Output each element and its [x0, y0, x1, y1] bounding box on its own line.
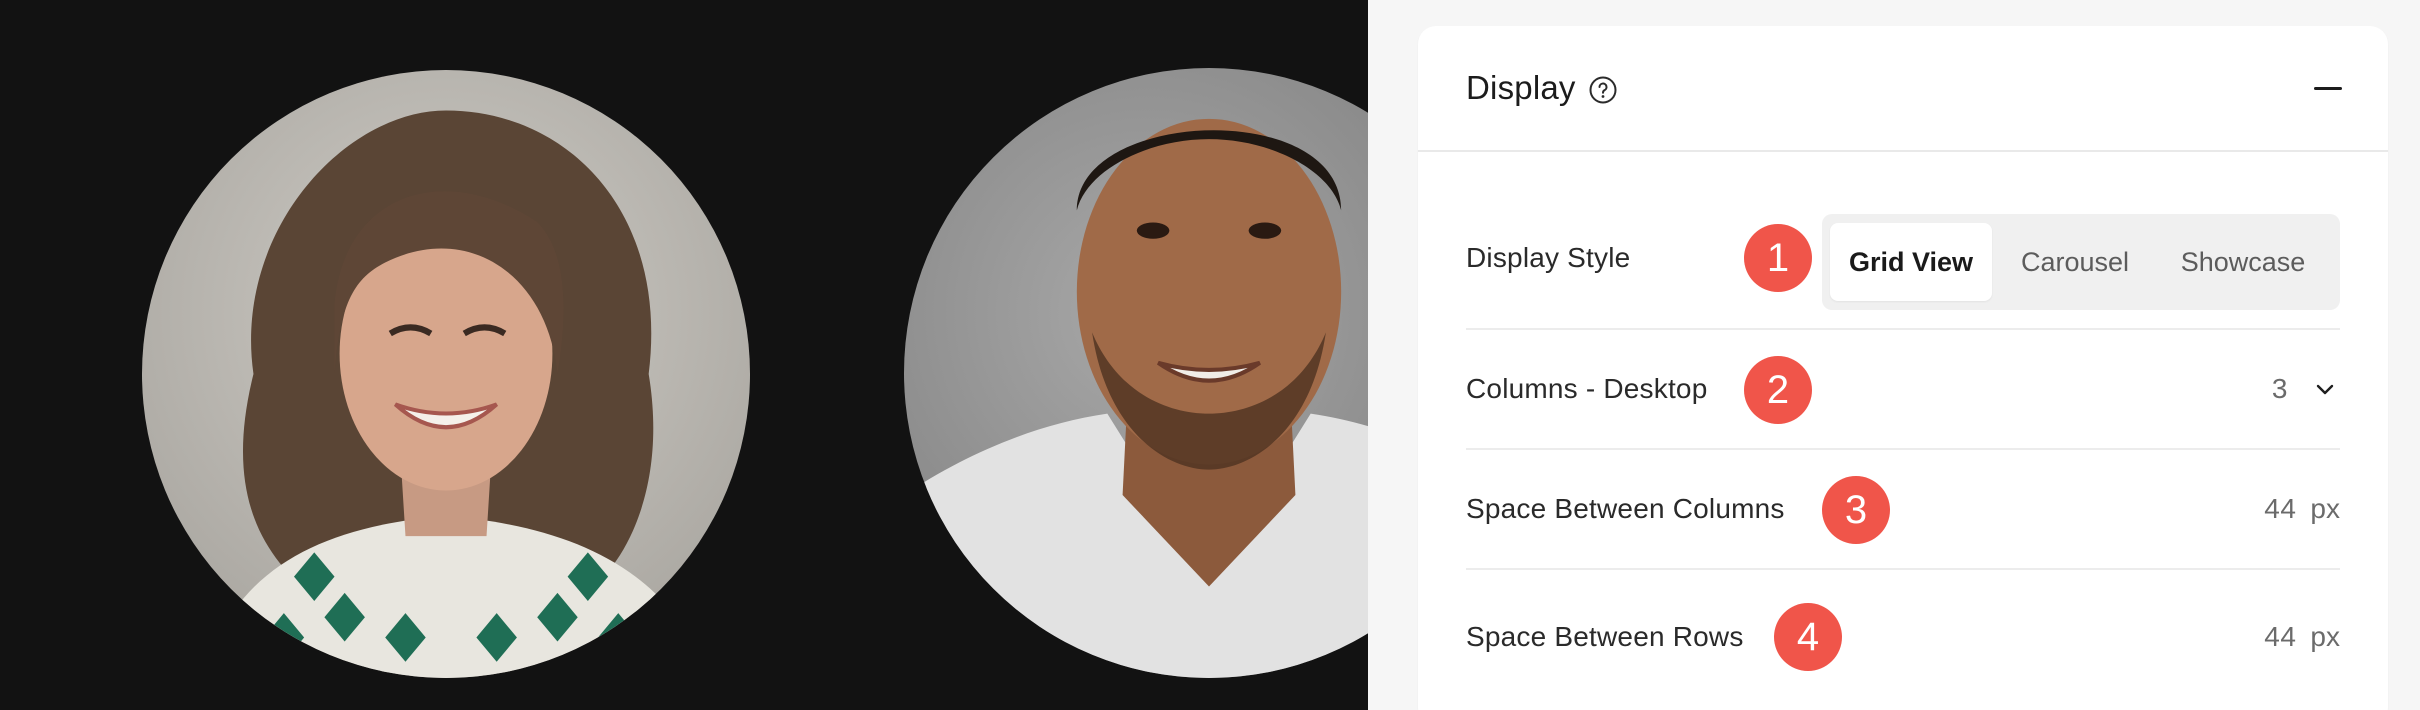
step-badge-3: 3 [1822, 476, 1890, 544]
space-between-rows-input[interactable]: 44 px [2264, 621, 2340, 653]
minus-icon [2314, 86, 2342, 90]
step-badge-1: 1 [1744, 224, 1812, 292]
chevron-down-icon [2314, 378, 2336, 400]
step-badge-4: 4 [1774, 603, 1842, 671]
panel-header: Display [1418, 26, 2388, 152]
setting-row-space-between-columns: Space Between Columns 3 44 px [1466, 450, 2340, 570]
space-between-columns-value: 44 [2264, 493, 2297, 524]
space-between-rows-label: Space Between Rows [1466, 621, 1744, 652]
space-between-rows-value: 44 [2264, 621, 2297, 652]
setting-row-display-style: Display Style 1 Grid View Carousel Showc… [1466, 188, 2340, 330]
option-grid-view[interactable]: Grid View [1830, 223, 1992, 301]
settings-sidebar: Display Display Style 1 Grid View Carous… [1368, 0, 2420, 710]
step-badge-2: 2 [1744, 356, 1812, 424]
preview-area [0, 0, 1368, 710]
settings-list: Display Style 1 Grid View Carousel Showc… [1466, 188, 2340, 704]
space-between-rows-unit: px [2310, 621, 2340, 652]
setting-row-space-between-rows: Space Between Rows 4 44 px [1466, 570, 2340, 704]
option-showcase[interactable]: Showcase [2158, 223, 2328, 301]
display-style-segmented-control: Grid View Carousel Showcase [1822, 214, 2340, 310]
panel-title: Display [1466, 69, 1576, 106]
collapse-button[interactable] [2310, 73, 2346, 103]
setting-row-columns-desktop: Columns - Desktop 2 3 [1466, 330, 2340, 450]
team-member-photo-woman [142, 70, 750, 678]
team-member-photo-man [904, 68, 1368, 678]
team-member-photo-woman-image [142, 70, 750, 678]
space-between-columns-unit: px [2310, 493, 2340, 524]
columns-desktop-value: 3 [2271, 373, 2288, 404]
option-carousel[interactable]: Carousel [1992, 223, 2158, 301]
team-member-photo-man-image [904, 68, 1368, 678]
space-between-columns-label: Space Between Columns [1466, 493, 1785, 524]
space-between-columns-input[interactable]: 44 px [2264, 493, 2340, 525]
columns-desktop-select[interactable]: 3 [2272, 373, 2340, 405]
question-circle-icon[interactable] [1588, 75, 1618, 105]
display-settings-card: Display Display Style 1 Grid View Carous… [1418, 26, 2388, 710]
display-style-label: Display Style [1466, 242, 1631, 273]
columns-desktop-label: Columns - Desktop [1466, 373, 1708, 404]
